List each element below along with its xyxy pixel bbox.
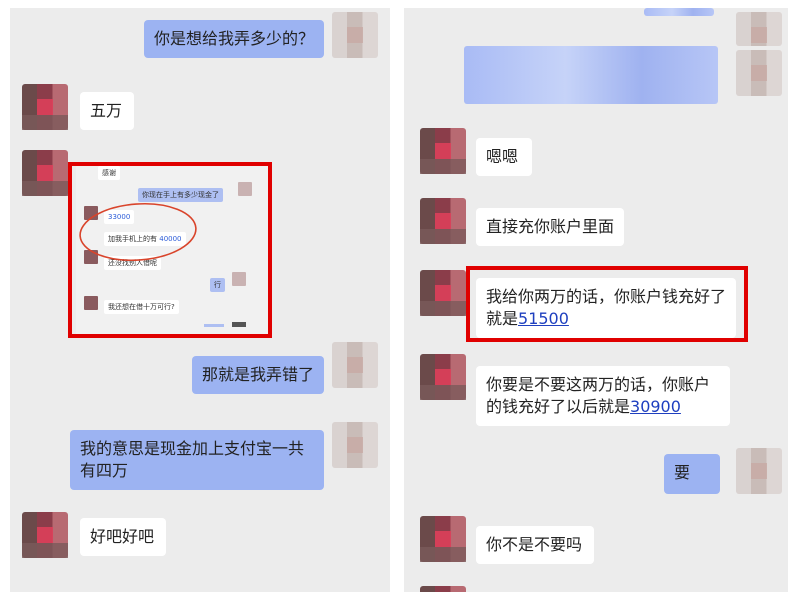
message-incoming[interactable]: 嗯嗯 bbox=[476, 138, 532, 176]
avatar-contact[interactable] bbox=[420, 270, 466, 316]
message-incoming[interactable]: 你不是不要吗 bbox=[476, 526, 594, 564]
avatar-self[interactable] bbox=[736, 12, 782, 46]
message-incoming[interactable]: 直接充你账户里面 bbox=[476, 208, 624, 246]
message-outgoing[interactable]: 那就是我弄错了 bbox=[192, 356, 324, 394]
message-outgoing[interactable]: 我的意思是现金加上支付宝一共有四万 bbox=[70, 430, 324, 490]
avatar-contact[interactable] bbox=[22, 150, 68, 196]
message-incoming[interactable]: 五万 bbox=[80, 92, 134, 130]
avatar-self[interactable] bbox=[332, 422, 378, 468]
message-text: 你是想给我弄多少的？ bbox=[154, 29, 315, 48]
message-outgoing[interactable]: 要 bbox=[664, 454, 720, 494]
avatar-contact[interactable] bbox=[420, 198, 466, 244]
message-incoming[interactable]: 好吧好吧 bbox=[80, 518, 166, 556]
message-outgoing[interactable]: 你是想给我弄多少的？ bbox=[144, 20, 324, 58]
chat-screenshot-left: 你是想给我弄多少的？ 五万 感谢 你现在手上有多少现金了 33000 加我手机上… bbox=[10, 8, 390, 592]
message-text: 五万 bbox=[90, 101, 123, 120]
avatar-self[interactable] bbox=[736, 448, 782, 494]
message-text: 你不是不要吗 bbox=[486, 535, 583, 554]
avatar-contact[interactable] bbox=[420, 354, 466, 400]
avatar-contact[interactable] bbox=[22, 84, 68, 130]
avatar-self[interactable] bbox=[332, 342, 378, 388]
blurred-bubble bbox=[464, 46, 718, 104]
message-text: 好吧好吧 bbox=[90, 527, 155, 546]
message-text: 嗯嗯 bbox=[486, 147, 519, 166]
avatar-self[interactable] bbox=[332, 12, 378, 58]
avatar-contact bbox=[420, 586, 466, 592]
blurred-bubble bbox=[644, 8, 714, 16]
message-text: 直接充你账户里面 bbox=[486, 217, 615, 236]
avatar-self[interactable] bbox=[736, 50, 782, 96]
message-text: 我的意思是现金加上支付宝一共有四万 bbox=[80, 439, 305, 480]
highlight-box bbox=[68, 162, 272, 338]
chat-screenshot-right: 嗯嗯 直接充你账户里面 我给你两万的话，你账户钱充好了就是51500 你要是不要… bbox=[404, 8, 788, 592]
avatar-contact[interactable] bbox=[420, 516, 466, 562]
amount-link[interactable]: 30900 bbox=[630, 397, 681, 416]
avatar-contact[interactable] bbox=[22, 512, 68, 558]
message-text: 要 bbox=[674, 463, 691, 482]
highlight-box bbox=[466, 266, 748, 342]
message-text: 那就是我弄错了 bbox=[202, 365, 315, 384]
avatar-contact[interactable] bbox=[420, 128, 466, 174]
message-incoming[interactable]: 你要是不要这两万的话，你账户的钱充好了以后就是30900 bbox=[476, 366, 730, 426]
